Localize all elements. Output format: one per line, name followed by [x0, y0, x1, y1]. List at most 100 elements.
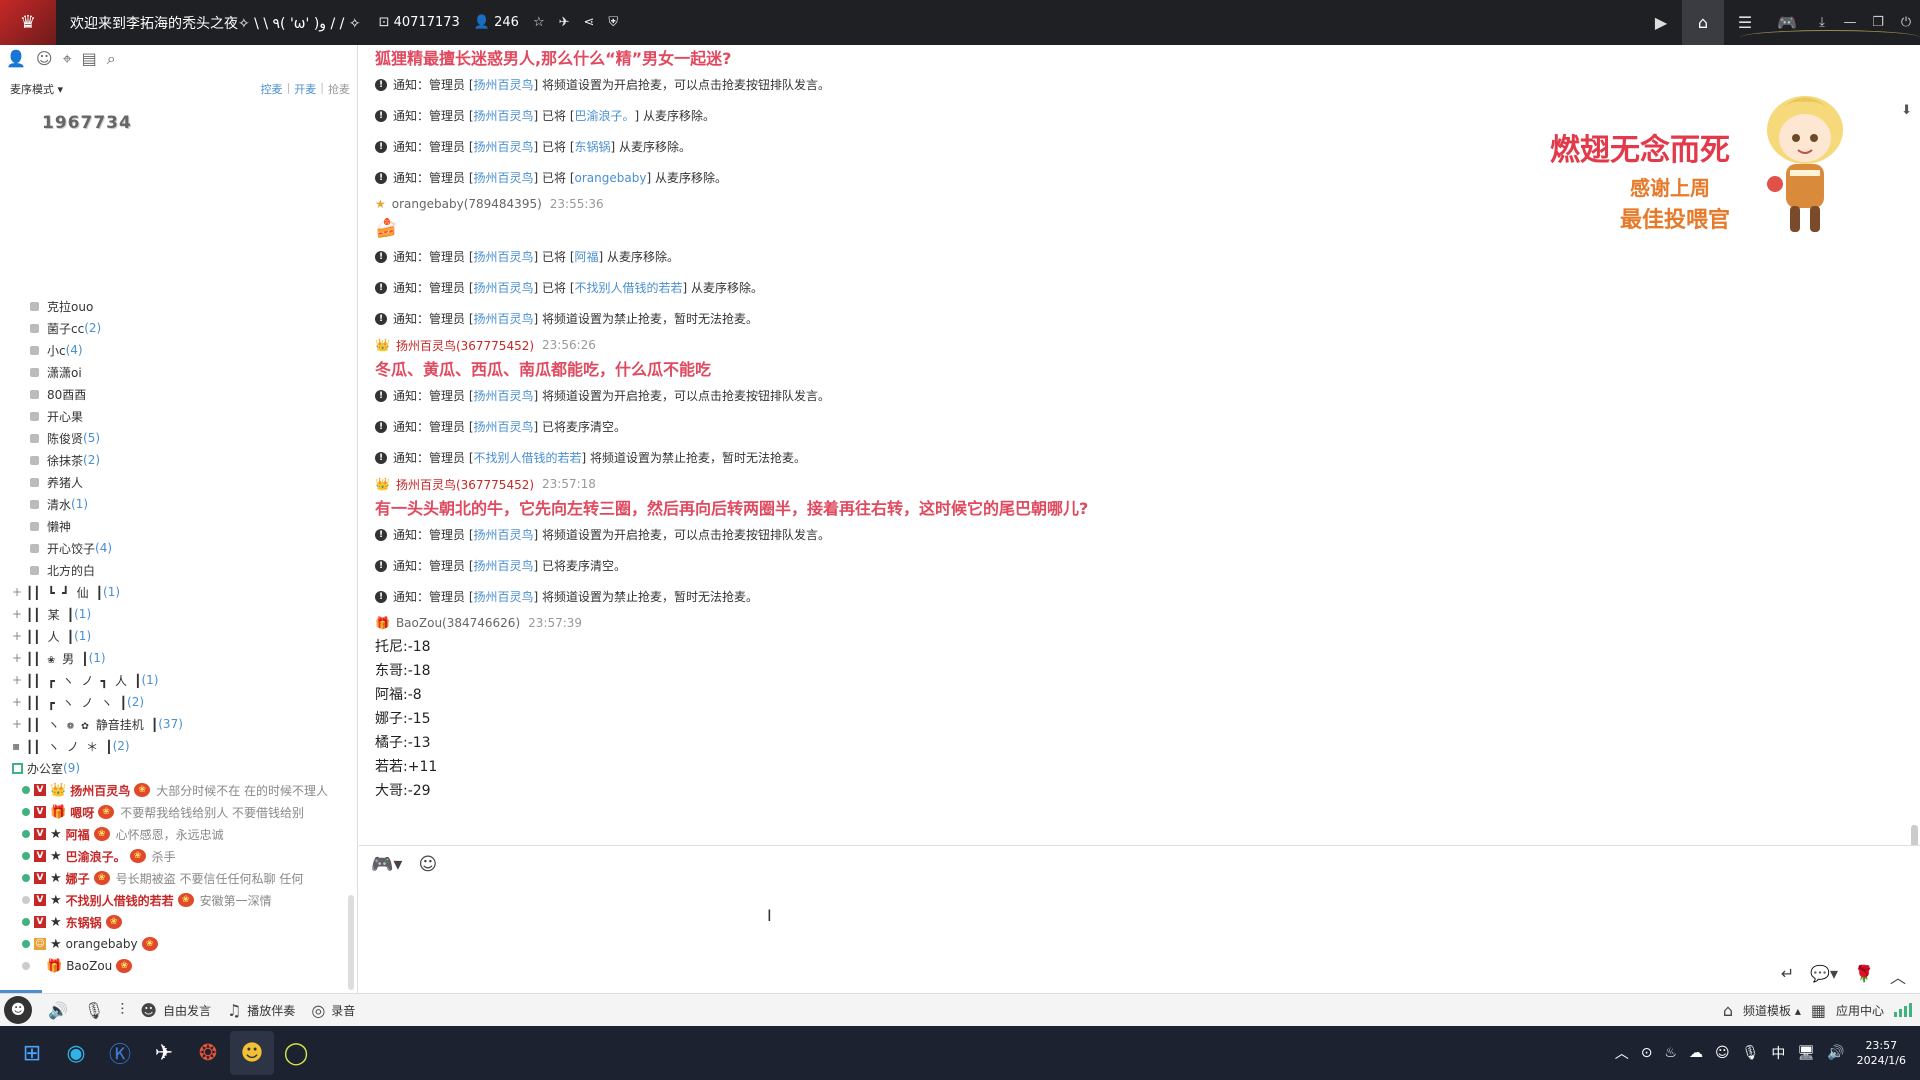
member-row[interactable]: ☺ ★ orangebaby ❀ — [0, 933, 356, 955]
tray-expand-icon[interactable]: ︿ — [1615, 1043, 1629, 1063]
group-channel[interactable]: + ┃┃ ┗ ┛ 仙 ┃ (1) — [0, 581, 356, 603]
expand-icon[interactable]: + — [12, 673, 26, 687]
accompany-button[interactable]: ♫ 播放伴奏 — [227, 1001, 295, 1020]
share-icon[interactable]: ⋖ — [584, 15, 595, 30]
window-title: 欢迎来到李拓海的秃头之夜✧ \ \ ٩( 'ω' )و / / ✧ — [70, 15, 361, 32]
tray-app-icon[interactable]: ⊙ — [1641, 1045, 1653, 1061]
expand-icon[interactable]: + — [12, 695, 26, 709]
chevron-up-icon[interactable]: ︿ — [1890, 964, 1906, 988]
signal-icon — [1894, 1003, 1912, 1017]
book-icon[interactable]: ▤ — [82, 49, 97, 69]
channel-item[interactable]: 养猪人 — [0, 471, 356, 493]
microphone-icon[interactable]: 🎙 — [84, 1001, 104, 1020]
system-clock[interactable]: 23:57 2024/1/6 — [1857, 1038, 1906, 1068]
group-channel[interactable]: + ┃┃ 某 ┃ (1) — [0, 603, 356, 625]
notice-icon: ! — [375, 312, 387, 325]
member-row[interactable]: V ★ 巴渝浪子。 ❀ 杀手 — [0, 845, 356, 867]
channel-item[interactable]: 80酉酉 — [0, 383, 356, 405]
location-icon[interactable]: ⌖ — [63, 49, 72, 69]
member-row[interactable]: V 🎁 嗯呀 ❀ 不要帮我给钱给别人 不要借钱给别 — [0, 801, 356, 823]
channel-item[interactable]: 北方的白 — [0, 559, 356, 581]
plane-icon[interactable]: ✈ — [559, 15, 570, 30]
link-control-mic[interactable]: 控麦 — [261, 81, 283, 97]
emoji-tool-icon[interactable]: ☺ — [418, 854, 437, 875]
steam-icon[interactable]: ♨ — [1664, 1045, 1677, 1061]
channel-item[interactable]: 菌子cc (2) — [0, 317, 356, 339]
chat-scrollbar[interactable] — [1911, 825, 1918, 845]
circle-app-icon[interactable]: ◯ — [274, 1031, 318, 1075]
member-row[interactable]: V 👑 扬州百灵鸟 ❀ 大部分时候不在 在的时候不理人 — [0, 779, 356, 801]
network-icon[interactable]: 🖥 — [1797, 1045, 1815, 1061]
mode-select[interactable]: 麦序模式 ▾ — [10, 81, 63, 97]
expand-icon[interactable]: + — [12, 607, 26, 621]
banner-award: 最佳投喂官 — [1620, 208, 1731, 233]
user-count: 246 — [494, 15, 519, 30]
app-center-button[interactable]: 应用中心 — [1836, 1002, 1884, 1019]
plane-app-icon[interactable]: ✈ — [142, 1031, 186, 1075]
home-icon[interactable]: ⌂ — [1682, 0, 1724, 45]
member-row[interactable]: V ★ 阿福 ❀ 心怀感恩，永远忠诚 — [0, 823, 356, 845]
role-icon: 🎁 — [46, 958, 63, 974]
expand-icon[interactable]: + — [12, 629, 26, 643]
lock-icon — [30, 389, 39, 399]
mic-tray-icon[interactable]: 🎙 — [1742, 1045, 1760, 1061]
expand-icon[interactable]: + — [12, 585, 26, 599]
record-button[interactable]: ◎ 录音 — [311, 1001, 355, 1020]
ime-indicator[interactable]: 中 — [1771, 1043, 1785, 1063]
scroll-bottom-icon[interactable]: ⬇ — [1901, 103, 1912, 118]
member-row[interactable]: V ★ 娜子 ❀ 号长期被盗 不要信任任何私聊 任何 — [0, 867, 356, 889]
left-scrollbar[interactable] — [348, 895, 354, 990]
member-row[interactable]: V ★ 东锅锅 ❀ — [0, 911, 356, 933]
free-talk-button[interactable]: ☻ 自由发言 — [140, 1001, 211, 1020]
group-channel[interactable]: + ┃┃ ❀ 男 ┃ (1) — [0, 647, 356, 669]
video-icon[interactable]: ▶ — [1640, 0, 1682, 45]
volume-icon[interactable]: 🔊 — [1827, 1045, 1844, 1061]
tray-cloud-icon[interactable]: ☁ — [1689, 1045, 1703, 1061]
channel-template-button[interactable]: 频道模板 ▴ — [1743, 1002, 1801, 1019]
star-icon[interactable]: ☆ — [533, 15, 545, 30]
speaker-icon[interactable]: 🔊 — [48, 1001, 68, 1020]
channel-item[interactable]: 清水 (1) — [0, 493, 356, 515]
group-channel[interactable]: + ┃┃ 人 ┃ (1) — [0, 625, 356, 647]
search-icon[interactable]: ⌕ — [107, 49, 116, 69]
group-channel[interactable]: + ┃┃ ┏ ヽ ノ ┓ 人 ┃ (1) — [0, 669, 356, 691]
chat-bubble-icon[interactable]: 💬▾ — [1810, 964, 1838, 988]
rose-icon[interactable]: 🌹 — [1854, 964, 1874, 988]
channel-item[interactable]: 小c (4) — [0, 339, 356, 361]
group-icon[interactable]: ☺ — [36, 49, 53, 69]
red-app-icon[interactable]: ❂ — [186, 1031, 230, 1075]
channel-item[interactable]: 潇潇oi — [0, 361, 356, 383]
message-input-area[interactable]: 🎮▾ ☺ I ↵ 💬▾ 🌹 ︿ — [359, 845, 1920, 993]
chat-message-riddle: 狐狸精最擅长迷惑男人,那么什么“精”男女一起迷? — [375, 49, 732, 68]
person-icon[interactable]: 👤 — [6, 49, 26, 69]
member-row[interactable]: V ★ 不找别人借钱的若若 ❀ 安徽第一深情 — [0, 889, 356, 911]
channel-item[interactable]: 开心果 — [0, 405, 356, 427]
office-channel[interactable]: 办公室 (9) — [12, 757, 356, 779]
edge-browser-icon[interactable]: ◉ — [54, 1031, 98, 1075]
channel-item[interactable]: 陈俊贤 (5) — [0, 427, 356, 449]
grid-icon[interactable]: ▦ — [1811, 1001, 1826, 1020]
group-channel[interactable]: + ┃┃ ヽ ❁ ✿ 静音挂机 ┃ (37) — [0, 713, 356, 735]
shield-icon[interactable]: ⛨ — [608, 15, 618, 30]
tray-face-icon[interactable]: ☺ — [1715, 1045, 1730, 1061]
channel-item[interactable]: 克拉ouo — [0, 295, 356, 317]
gamepad-tool-icon[interactable]: 🎮▾ — [371, 854, 402, 875]
yy-app-icon[interactable]: ☻ — [230, 1031, 274, 1075]
channel-item[interactable]: 懒神 — [0, 515, 356, 537]
link-grab-mic[interactable]: 抢麦 — [328, 81, 350, 97]
link-open-mic[interactable]: 开麦 — [294, 81, 316, 97]
channel-item[interactable]: 徐抹茶 (2) — [0, 449, 356, 471]
member-row[interactable]: 🎁 BaoZou ❀ — [0, 955, 356, 977]
enter-icon[interactable]: ↵ — [1781, 964, 1794, 988]
avatar[interactable]: ☻ — [4, 996, 32, 1024]
notice-icon: ! — [375, 140, 387, 153]
expand-icon[interactable]: + — [12, 717, 26, 731]
equalizer-icon[interactable]: ⫶ — [120, 1000, 124, 1020]
group-channel[interactable]: + ┃┃ ┏ ヽ ノ ヽ ┃ (2) — [0, 691, 356, 713]
windows-start-icon[interactable]: ⊞ — [10, 1031, 54, 1075]
group-channel[interactable]: ▪ ┃┃ ヽ ノ ＊ ┃ (2) — [0, 735, 356, 757]
k-app-icon[interactable]: Ⓚ — [98, 1031, 142, 1075]
house-icon[interactable]: ⌂ — [1723, 1001, 1733, 1020]
expand-icon[interactable]: + — [12, 651, 26, 665]
channel-item[interactable]: 开心饺子 (4) — [0, 537, 356, 559]
